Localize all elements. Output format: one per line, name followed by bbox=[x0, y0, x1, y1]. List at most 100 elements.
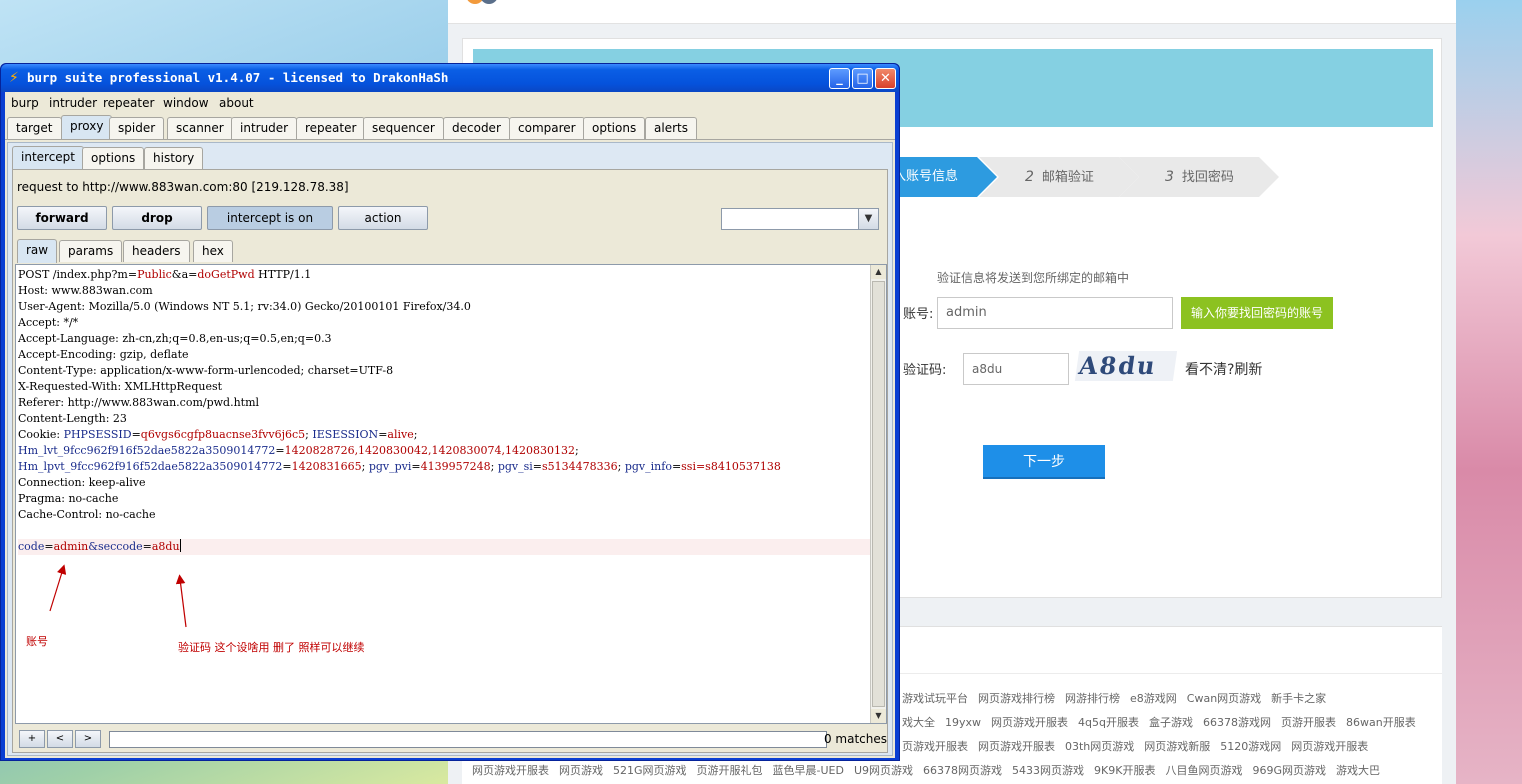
footer-link[interactable]: 5120游戏网 bbox=[1220, 740, 1281, 753]
footer-link[interactable]: 戏大全 bbox=[902, 716, 935, 729]
footer-link[interactable]: 盒子游戏 bbox=[1149, 716, 1193, 729]
footer-link[interactable]: 网页游戏排行榜 bbox=[978, 692, 1055, 705]
step-2-label: 邮箱验证 bbox=[1041, 170, 1094, 185]
tab-proxy-options[interactable]: options bbox=[82, 147, 145, 169]
tab-spider[interactable]: spider bbox=[109, 117, 165, 139]
links-row-1: 游戏试玩平台 网页游戏排行榜 网游排行榜 e8游戏网 Cwan网页游戏 新手卡之家 bbox=[902, 690, 1336, 710]
captcha-input[interactable]: a8du bbox=[963, 353, 1069, 385]
drop-button[interactable]: drop bbox=[112, 206, 202, 230]
footer-link[interactable]: e8游戏网 bbox=[1130, 692, 1177, 705]
proxy-panel: intercept options history request to htt… bbox=[7, 142, 893, 756]
tab-intruder[interactable]: intruder bbox=[231, 117, 298, 139]
tab-history[interactable]: history bbox=[144, 147, 204, 169]
footer-link[interactable]: 游戏试玩平台 bbox=[902, 692, 968, 705]
footer-link[interactable]: Cwan网页游戏 bbox=[1187, 692, 1261, 705]
footer-link[interactable]: 5433网页游戏 bbox=[1012, 764, 1084, 777]
close-icon[interactable]: ✕ bbox=[875, 68, 896, 89]
tab-raw[interactable]: raw bbox=[17, 239, 58, 263]
maximize-icon[interactable]: □ bbox=[852, 68, 873, 89]
tab-proxy[interactable]: proxy bbox=[61, 115, 113, 139]
captcha-label: 验证码: bbox=[903, 363, 947, 378]
account-input[interactable]: admin bbox=[937, 297, 1173, 329]
match-dropdown[interactable]: ▼ bbox=[721, 208, 879, 230]
footer-link[interactable]: 网页游戏开服表 bbox=[1291, 740, 1368, 753]
footer-link[interactable]: 4q5q开服表 bbox=[1078, 716, 1139, 729]
captcha-image[interactable]: A8du bbox=[1074, 351, 1178, 381]
footer-link[interactable]: 66378网页游戏 bbox=[923, 764, 1002, 777]
search-input[interactable] bbox=[109, 731, 827, 748]
intercept-panel: request to http://www.883wan.com:80 [219… bbox=[12, 169, 888, 753]
footer-link[interactable]: U9网页游戏 bbox=[854, 764, 913, 777]
footer-link[interactable]: 网页游戏开服表 bbox=[472, 764, 549, 777]
footer-link[interactable]: 66378游戏网 bbox=[1203, 716, 1271, 729]
proxy-sub-tabs: intercept options history bbox=[10, 145, 890, 170]
site-header bbox=[448, 0, 1456, 24]
menu-bar: burp intruder repeater window about bbox=[5, 92, 895, 114]
footer-link[interactable]: 八目鱼网页游戏 bbox=[1165, 764, 1242, 777]
search-next-button[interactable]: > bbox=[75, 730, 101, 748]
footer-link[interactable]: 969G网页游戏 bbox=[1252, 764, 1326, 777]
dropdown-arrow-icon[interactable]: ▼ bbox=[858, 209, 878, 229]
tab-options[interactable]: options bbox=[583, 117, 646, 139]
main-tabs: target proxy spider scanner intruder rep… bbox=[5, 115, 895, 142]
footer-link[interactable]: 网游排行榜 bbox=[1065, 692, 1120, 705]
raw-request-editor[interactable]: POST /index.php?m=Public&a=doGetPwd HTTP… bbox=[15, 264, 887, 724]
request-target-info: request to http://www.883wan.com:80 [219… bbox=[17, 180, 349, 194]
tab-repeater[interactable]: repeater bbox=[296, 117, 366, 139]
scroll-thumb[interactable] bbox=[872, 281, 885, 707]
window-titlebar[interactable]: ⚡ burp suite professional v1.4.07 - lice… bbox=[1, 64, 899, 92]
search-prev-button[interactable]: < bbox=[47, 730, 73, 748]
links-row-3: 页游戏开服表 网页游戏开服表 03th网页游戏 网页游戏新服 5120游戏网 网页游戏开服… bbox=[902, 738, 1378, 758]
footer-link[interactable]: 页游戏开服表 bbox=[902, 740, 968, 753]
scroll-up-icon[interactable]: ▲ bbox=[871, 265, 886, 279]
annotation-captcha-note: 验证码 这个设啥用 删了 照样可以继续 bbox=[178, 641, 365, 654]
footer-link[interactable]: 游戏大巴 bbox=[1336, 764, 1380, 777]
menu-burp[interactable]: burp bbox=[11, 96, 39, 110]
menu-intruder[interactable]: intruder bbox=[49, 96, 97, 110]
footer-link[interactable]: 新手卡之家 bbox=[1271, 692, 1326, 705]
menu-repeater[interactable]: repeater bbox=[103, 96, 154, 110]
search-bar: + < > 0 matches bbox=[15, 730, 887, 750]
tab-headers[interactable]: headers bbox=[123, 240, 190, 262]
footer-link[interactable]: 19yxw bbox=[945, 716, 981, 729]
tab-alerts[interactable]: alerts bbox=[645, 117, 697, 139]
captcha-refresh-link[interactable]: 看不清?刷新 bbox=[1185, 359, 1262, 379]
footer-link[interactable]: 网页游戏开服表 bbox=[991, 716, 1068, 729]
footer-link[interactable]: 页游开服礼包 bbox=[697, 764, 763, 777]
tab-intercept[interactable]: intercept bbox=[12, 146, 84, 170]
forward-button[interactable]: forward bbox=[17, 206, 107, 230]
editor-scrollbar[interactable]: ▲ ▼ bbox=[870, 265, 886, 723]
footer-link[interactable]: 网页游戏新服 bbox=[1144, 740, 1210, 753]
footer-link[interactable]: 9K9K开服表 bbox=[1094, 764, 1155, 777]
tab-scanner[interactable]: scanner bbox=[167, 117, 233, 139]
step-3-label: 找回密码 bbox=[1181, 170, 1234, 185]
scroll-down-icon[interactable]: ▼ bbox=[871, 709, 886, 723]
footer-link[interactable]: 蓝色早晨-UED bbox=[773, 764, 844, 777]
footer-link[interactable]: 网页游戏开服表 bbox=[978, 740, 1055, 753]
tab-params[interactable]: params bbox=[59, 240, 123, 262]
footer-link[interactable]: 86wan开服表 bbox=[1346, 716, 1416, 729]
search-match-count: 0 matches bbox=[823, 732, 887, 746]
burp-lightning-icon: ⚡ bbox=[9, 70, 19, 86]
tab-sequencer[interactable]: sequencer bbox=[363, 117, 444, 139]
minimize-icon[interactable]: _ bbox=[829, 68, 850, 89]
tab-hex[interactable]: hex bbox=[193, 240, 233, 262]
annotation-arrows bbox=[49, 564, 187, 628]
intercept-toggle-button[interactable]: intercept is on bbox=[207, 206, 333, 230]
email-hint: 验证信息将发送到您所绑定的邮箱中 bbox=[937, 271, 1130, 285]
menu-window[interactable]: window bbox=[163, 96, 209, 110]
arrow-to-code bbox=[49, 564, 67, 612]
menu-about[interactable]: about bbox=[219, 96, 254, 110]
tab-decoder[interactable]: decoder bbox=[443, 117, 510, 139]
footer-link[interactable]: 03th网页游戏 bbox=[1065, 740, 1134, 753]
search-options-button[interactable]: + bbox=[19, 730, 45, 748]
footer-link[interactable]: 页游开服表 bbox=[1281, 716, 1336, 729]
footer-link[interactable]: 521G网页游戏 bbox=[613, 764, 687, 777]
footer-link[interactable]: 网页游戏 bbox=[559, 764, 603, 777]
message-view-tabs: raw params headers hex bbox=[15, 238, 885, 263]
next-step-button[interactable]: 下一步 bbox=[983, 445, 1105, 479]
action-button[interactable]: action bbox=[338, 206, 428, 230]
tab-target[interactable]: target bbox=[7, 117, 62, 139]
site-logo bbox=[466, 0, 606, 4]
tab-comparer[interactable]: comparer bbox=[509, 117, 585, 139]
